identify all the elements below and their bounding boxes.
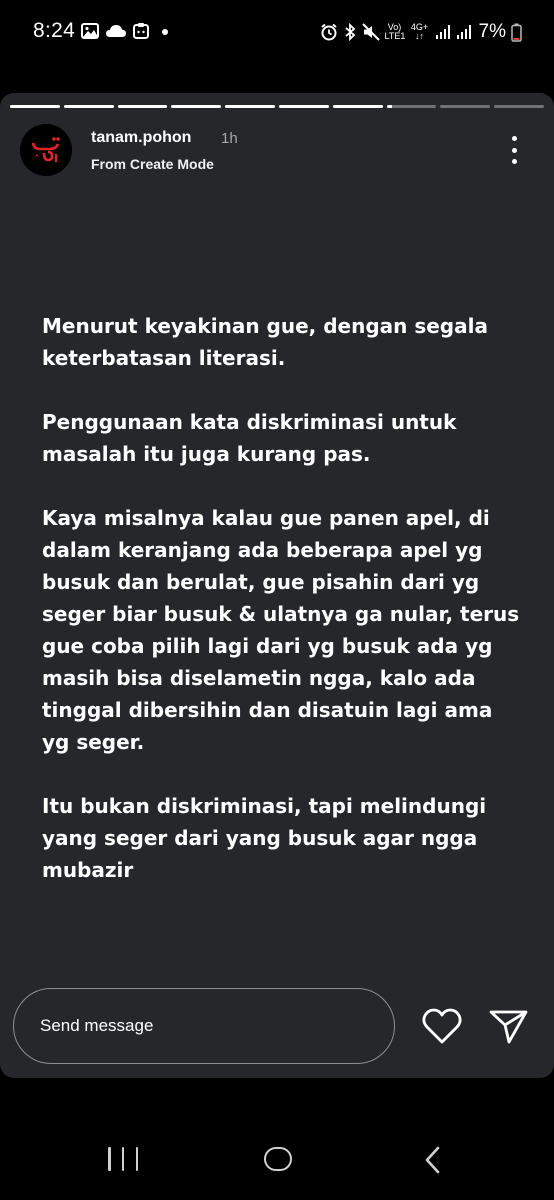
story-text: Menurut keyakinan gue, dengan segala ket… [42, 310, 522, 886]
avatar-logo-icon [20, 124, 72, 176]
story-paragraph: Penggunaan kata diskriminasi untuk masal… [42, 410, 457, 466]
network-label: Vo) LTE1 [384, 23, 406, 41]
progress-segment [386, 105, 437, 108]
navigation-bar [0, 1120, 554, 1200]
heart-icon [422, 1008, 462, 1044]
back-arrow-icon [425, 1146, 440, 1174]
battery-percent: 7% [478, 21, 506, 42]
send-icon [489, 1010, 528, 1044]
recent-apps-icon [121, 1147, 125, 1171]
share-button[interactable] [486, 1006, 530, 1046]
status-right-icons: Vo) LTE1 4G+ ↓↑ 7% [320, 20, 522, 44]
story-paragraph: Kaya misalnya kalau gue panen apel, di d… [42, 506, 520, 754]
progress-segment-fill [386, 105, 392, 108]
progress-segment [494, 105, 544, 108]
progress-segment [440, 105, 491, 108]
send-message-input[interactable] [13, 988, 395, 1064]
more-options-button[interactable] [500, 133, 528, 167]
progress-segment [332, 105, 383, 108]
lte-label: LTE1 [384, 31, 406, 41]
recent-apps-icon [108, 1147, 111, 1171]
bluetooth-icon [343, 23, 357, 41]
recent-apps-icon [135, 1147, 138, 1171]
progress-segment [117, 105, 168, 108]
more-dot [511, 136, 517, 141]
progress-segment-fill [171, 105, 222, 108]
progress-segment [171, 105, 222, 108]
more-dot [511, 147, 517, 153]
signal-icon [456, 24, 472, 40]
progress-segment [278, 105, 329, 108]
progress-segment [10, 105, 60, 108]
story-subtitle: From Create Mode [91, 156, 214, 172]
notification-dot [162, 29, 168, 35]
recent-apps-button[interactable] [108, 1147, 138, 1173]
story-paragraph: Itu bukan diskriminasi, tapi melindungi … [42, 794, 487, 882]
signal-icon [435, 24, 451, 40]
network-type: 4G+ ↓↑ [410, 23, 430, 41]
data-arrows-icon: ↓↑ [415, 31, 425, 41]
story-username[interactable]: tanam.pohon [91, 129, 191, 147]
mute-icon [361, 23, 380, 41]
status-time: 8:24 [33, 19, 76, 42]
progress-segment-fill [63, 105, 114, 108]
clipboard-icon [133, 22, 149, 39]
like-button[interactable] [420, 1006, 464, 1046]
cloud-icon [105, 24, 127, 38]
story-card[interactable]: tanam.pohon 1h From Create Mode Menurut … [0, 93, 554, 1078]
story-time-ago: 1h [221, 130, 238, 147]
progress-segment-fill [278, 105, 329, 108]
alarm-icon [320, 23, 338, 41]
progress-segment-fill [332, 105, 383, 108]
battery-icon [511, 23, 522, 42]
progress-segment [225, 105, 275, 108]
more-dot [511, 159, 517, 164]
story-progress-bar [10, 105, 544, 108]
progress-segment-fill [117, 105, 168, 108]
home-button[interactable] [264, 1147, 292, 1171]
image-icon [81, 22, 99, 39]
avatar[interactable] [20, 124, 72, 176]
progress-segment-fill [225, 105, 275, 108]
back-button[interactable] [420, 1145, 446, 1175]
progress-segment-fill [10, 105, 60, 108]
status-bar: 8:24 Vo) LTE1 4G+ ↓↑ 7% [0, 0, 554, 64]
story-paragraph: Menurut keyakinan gue, dengan segala ket… [42, 314, 488, 370]
status-left-icons [81, 22, 149, 39]
progress-segment [63, 105, 114, 108]
